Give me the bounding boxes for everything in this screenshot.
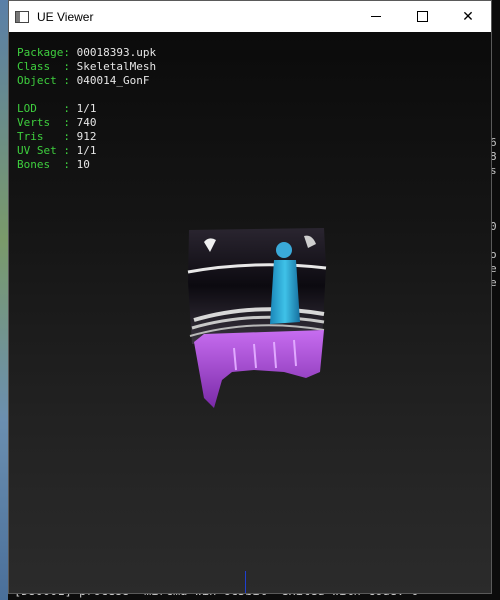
info-value: 1/1	[76, 144, 97, 157]
info-sep: :	[63, 102, 77, 115]
info-sep: :	[63, 144, 77, 157]
info-value: SkeletalMesh	[76, 60, 157, 73]
ue-viewer-window[interactable]: UE Viewer ✕ Package: 00018393.upk Class …	[8, 0, 492, 594]
info-value: 1/1	[76, 102, 97, 115]
mesh-tassel-knot	[276, 242, 292, 258]
info-gap	[17, 88, 156, 102]
axis-indicator	[245, 571, 246, 593]
mesh-info-panel: Package: 00018393.upk Class : SkeletalMe…	[17, 46, 156, 172]
minimize-icon[interactable]	[353, 1, 399, 32]
info-row-verts: Verts : 740	[17, 116, 156, 130]
info-row-package: Package: 00018393.upk	[17, 46, 156, 60]
info-row-class: Class : SkeletalMesh	[17, 60, 156, 74]
maximize-icon[interactable]	[399, 1, 445, 32]
info-key: UV Set	[17, 144, 64, 157]
window-title: UE Viewer	[37, 9, 94, 24]
info-row-bones: Bones : 10	[17, 158, 156, 172]
desktop-strip	[0, 0, 8, 600]
info-key: Package	[17, 46, 64, 59]
app-window-icon[interactable]	[15, 10, 29, 23]
info-sep: :	[63, 116, 77, 129]
3d-viewport[interactable]: Package: 00018393.upk Class : SkeletalMe…	[9, 32, 491, 593]
info-sep: :	[63, 60, 77, 73]
info-value: 740	[76, 116, 97, 129]
info-key: Bones	[17, 158, 64, 171]
info-row-lod: LOD : 1/1	[17, 102, 156, 116]
mesh-tassel	[270, 260, 300, 324]
close-icon[interactable]: ✕	[445, 1, 491, 32]
info-sep: :	[63, 74, 77, 87]
info-value: 00018393.upk	[76, 46, 157, 59]
info-key: Object	[17, 74, 64, 87]
info-sep: :	[63, 46, 77, 59]
info-key: LOD	[17, 102, 64, 115]
info-key: Tris	[17, 130, 64, 143]
info-key: Verts	[17, 116, 64, 129]
info-value: 912	[76, 130, 97, 143]
title-bar[interactable]: UE Viewer ✕	[9, 1, 491, 32]
info-row-uvset: UV Set : 1/1	[17, 144, 156, 158]
info-sep: :	[63, 130, 77, 143]
skeletal-mesh-render[interactable]	[174, 222, 334, 422]
info-value: 10	[76, 158, 90, 171]
info-value: 040014_GonF	[76, 74, 150, 87]
mesh-purple-skirt	[194, 330, 324, 408]
info-key: Class	[17, 60, 64, 73]
info-row-tris: Tris : 912	[17, 130, 156, 144]
info-sep: :	[63, 158, 77, 171]
info-row-object: Object : 040014_GonF	[17, 74, 156, 88]
caption-buttons: ✕	[353, 1, 491, 32]
